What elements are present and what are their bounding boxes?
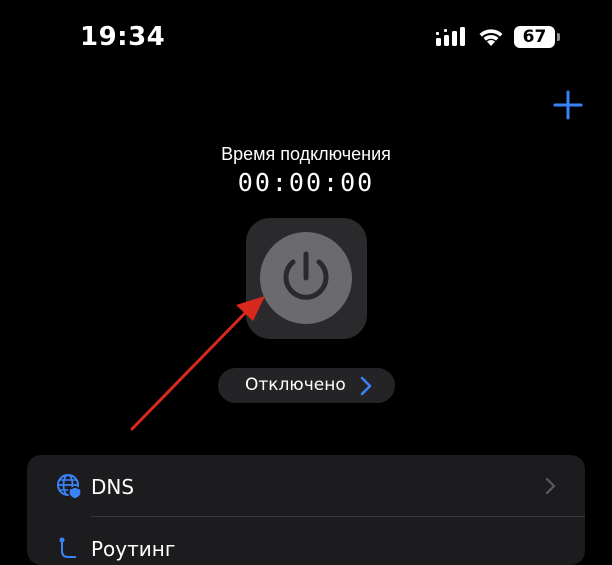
- settings-row-dns[interactable]: DNS: [27, 455, 585, 517]
- battery-level: 67: [514, 26, 555, 48]
- timer-value: 00:00:00: [237, 168, 375, 197]
- power-button[interactable]: [246, 218, 367, 339]
- wifi-icon: [479, 29, 503, 46]
- add-button[interactable]: [553, 90, 583, 120]
- plus-icon: [553, 90, 583, 120]
- chevron-right-icon: [360, 376, 372, 396]
- chevron-right-icon: [545, 477, 556, 495]
- settings-card: DNS Роутинг: [27, 455, 585, 565]
- timer-label: Время подключения: [221, 144, 391, 164]
- settings-row-label: Роутинг: [91, 537, 176, 561]
- status-bar: 19:34 67: [0, 0, 612, 80]
- cellular-signal-icon: [436, 27, 465, 46]
- power-circle: [260, 232, 352, 324]
- power-icon: [283, 251, 329, 300]
- settings-row-label: DNS: [91, 475, 135, 499]
- routing-icon: [59, 537, 76, 558]
- globe-shield-icon: [57, 474, 82, 499]
- battery-icon: 67: [514, 26, 562, 49]
- status-time: 19:34: [80, 22, 166, 52]
- connection-status-text: Отключено: [245, 375, 346, 395]
- battery-cap: [557, 33, 560, 41]
- settings-row-routing[interactable]: Роутинг: [27, 517, 585, 565]
